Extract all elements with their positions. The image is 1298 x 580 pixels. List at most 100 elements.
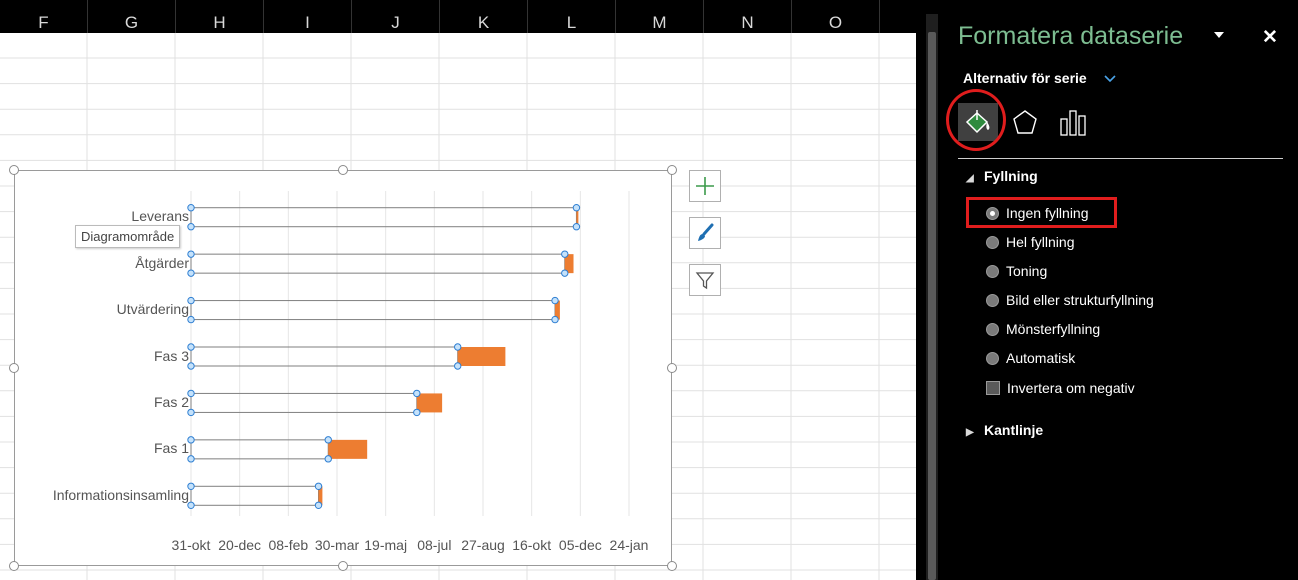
- column-header-i[interactable]: I: [264, 0, 352, 33]
- x-axis-tick-label: 24-jan: [609, 537, 649, 553]
- fill-option-picture[interactable]: Bild eller strukturfyllning: [986, 290, 1154, 310]
- x-axis-tick-label: 08-jul: [417, 537, 452, 553]
- resize-handle-bottom-left[interactable]: [9, 561, 19, 571]
- y-axis-category-label: Åtgärder: [135, 254, 189, 271]
- resize-handle-bottom-right[interactable]: [667, 561, 677, 571]
- fill-section-label: Fyllning: [984, 168, 1038, 184]
- pane-scrollbar[interactable]: [926, 14, 938, 580]
- column-header-o[interactable]: O: [792, 0, 880, 33]
- paintbrush-icon: [698, 223, 714, 241]
- radio-button[interactable]: [986, 235, 999, 249]
- highlight-circle: [946, 89, 1006, 151]
- chart-elements-button[interactable]: [689, 170, 721, 202]
- x-axis-tick-label: 16-okt: [512, 537, 552, 553]
- series-selection-handle[interactable]: [561, 269, 569, 277]
- series-selection-handle[interactable]: [187, 501, 195, 509]
- effects-pentagon-icon[interactable]: [1011, 108, 1039, 136]
- resize-handle-top-right[interactable]: [667, 165, 677, 175]
- column-header-m[interactable]: M: [616, 0, 704, 33]
- series-selection-handle[interactable]: [561, 250, 569, 258]
- y-axis-category-label: Fas 2: [153, 393, 189, 410]
- series-selection-handle[interactable]: [324, 436, 332, 444]
- plus-icon: [696, 177, 714, 195]
- border-section-header[interactable]: ▶ Kantlinje: [966, 422, 1043, 438]
- x-axis-tick-label: 19-maj: [364, 537, 408, 553]
- resize-handle-top[interactable]: [338, 165, 348, 175]
- border-section-label: Kantlinje: [984, 422, 1044, 438]
- pane-options-dropdown-icon[interactable]: [1212, 28, 1226, 42]
- invisible-start-bar[interactable]: [190, 439, 329, 460]
- resize-handle-right[interactable]: [667, 363, 677, 373]
- x-axis-tick-label: 31-okt: [171, 537, 211, 553]
- series-selection-handle[interactable]: [187, 362, 195, 370]
- series-selection-handle[interactable]: [314, 501, 323, 509]
- column-header-g[interactable]: G: [88, 0, 176, 33]
- fill-option-pattern[interactable]: Mönsterfyllning: [986, 319, 1100, 339]
- option-label: Automatisk: [1006, 350, 1076, 366]
- invert-if-negative-option[interactable]: Invertera om negativ: [986, 378, 1135, 398]
- column-header-k[interactable]: K: [440, 0, 528, 33]
- series-selection-handle[interactable]: [551, 296, 559, 305]
- fill-section-header[interactable]: ◢ Fyllning: [966, 168, 1038, 184]
- series-selection-handle[interactable]: [324, 455, 332, 463]
- resize-handle-top-left[interactable]: [9, 165, 19, 175]
- duration-bar[interactable]: [457, 347, 506, 366]
- column-header-l[interactable]: L: [528, 0, 616, 33]
- fill-option-gradient[interactable]: Toning: [986, 261, 1047, 281]
- chevron-down-icon[interactable]: [1104, 74, 1116, 84]
- series-selection-handle[interactable]: [413, 408, 421, 417]
- x-axis-tick-label: 27-aug: [461, 537, 505, 553]
- series-selection-handle[interactable]: [453, 343, 462, 351]
- invisible-start-bar[interactable]: [190, 300, 556, 321]
- series-selection-handle[interactable]: [187, 315, 195, 324]
- chart-filters-button[interactable]: [689, 264, 721, 296]
- series-selection-handle[interactable]: [453, 362, 462, 370]
- triangle-right-icon: ▶: [966, 427, 974, 438]
- series-options-dropdown[interactable]: Alternativ för serie: [963, 70, 1087, 86]
- scrollbar-thumb[interactable]: [928, 32, 936, 580]
- series-selection-handle[interactable]: [187, 408, 195, 417]
- invisible-start-bar[interactable]: [190, 207, 577, 228]
- series-selection-handle[interactable]: [187, 269, 195, 277]
- column-header-j[interactable]: J: [352, 0, 440, 33]
- filter-icon: [695, 272, 715, 290]
- radio-button[interactable]: [986, 293, 999, 307]
- x-axis-tick-label: 30-mar: [314, 537, 360, 553]
- fill-option-automatic[interactable]: Automatisk: [986, 348, 1075, 368]
- radio-button[interactable]: [986, 322, 999, 336]
- invisible-start-bar[interactable]: [190, 253, 566, 274]
- radio-button[interactable]: [986, 264, 999, 278]
- checkbox[interactable]: [986, 381, 1000, 395]
- highlight-rectangle: [966, 197, 1117, 228]
- series-selection-handle[interactable]: [314, 482, 323, 490]
- series-selection-handle[interactable]: [551, 315, 559, 324]
- series-selection-handle[interactable]: [413, 389, 421, 398]
- series-options-bars-icon[interactable]: [1058, 107, 1088, 137]
- chart-area-tooltip: Diagramområde: [75, 225, 181, 248]
- chart-styles-button[interactable]: [689, 217, 721, 249]
- series-selection-handle[interactable]: [572, 204, 581, 212]
- duration-bar[interactable]: [416, 393, 443, 413]
- resize-handle-left[interactable]: [9, 363, 19, 373]
- x-axis-tick-label: 05-dec: [558, 537, 602, 553]
- column-header-f[interactable]: F: [0, 0, 88, 33]
- option-label: Toning: [1006, 263, 1048, 279]
- y-axis-category-label: Fas 1: [153, 440, 189, 457]
- fill-option-solid[interactable]: Hel fyllning: [986, 232, 1074, 252]
- y-axis-category-label: Informationsinsamling: [52, 486, 189, 503]
- worksheet[interactable]: F G H I J K L M N O 31-okt 20-dec 08-feb 30…: [0, 0, 916, 580]
- series-selection-handle[interactable]: [187, 223, 195, 231]
- invisible-start-bar[interactable]: [190, 485, 320, 506]
- resize-handle-bottom[interactable]: [338, 561, 348, 571]
- series-selection-handle[interactable]: [572, 223, 581, 231]
- column-header-n[interactable]: N: [704, 0, 792, 33]
- close-icon[interactable]: ✕: [1262, 26, 1278, 49]
- invisible-start-bar[interactable]: [190, 392, 418, 413]
- column-header-h[interactable]: H: [176, 0, 264, 33]
- column-header-p[interactable]: [880, 0, 916, 33]
- invisible-start-bar[interactable]: [190, 346, 459, 367]
- duration-bar[interactable]: [328, 439, 368, 459]
- radio-button[interactable]: [986, 351, 999, 365]
- series-selection-handle[interactable]: [187, 455, 195, 463]
- y-axis-category-label: Leverans: [131, 208, 189, 225]
